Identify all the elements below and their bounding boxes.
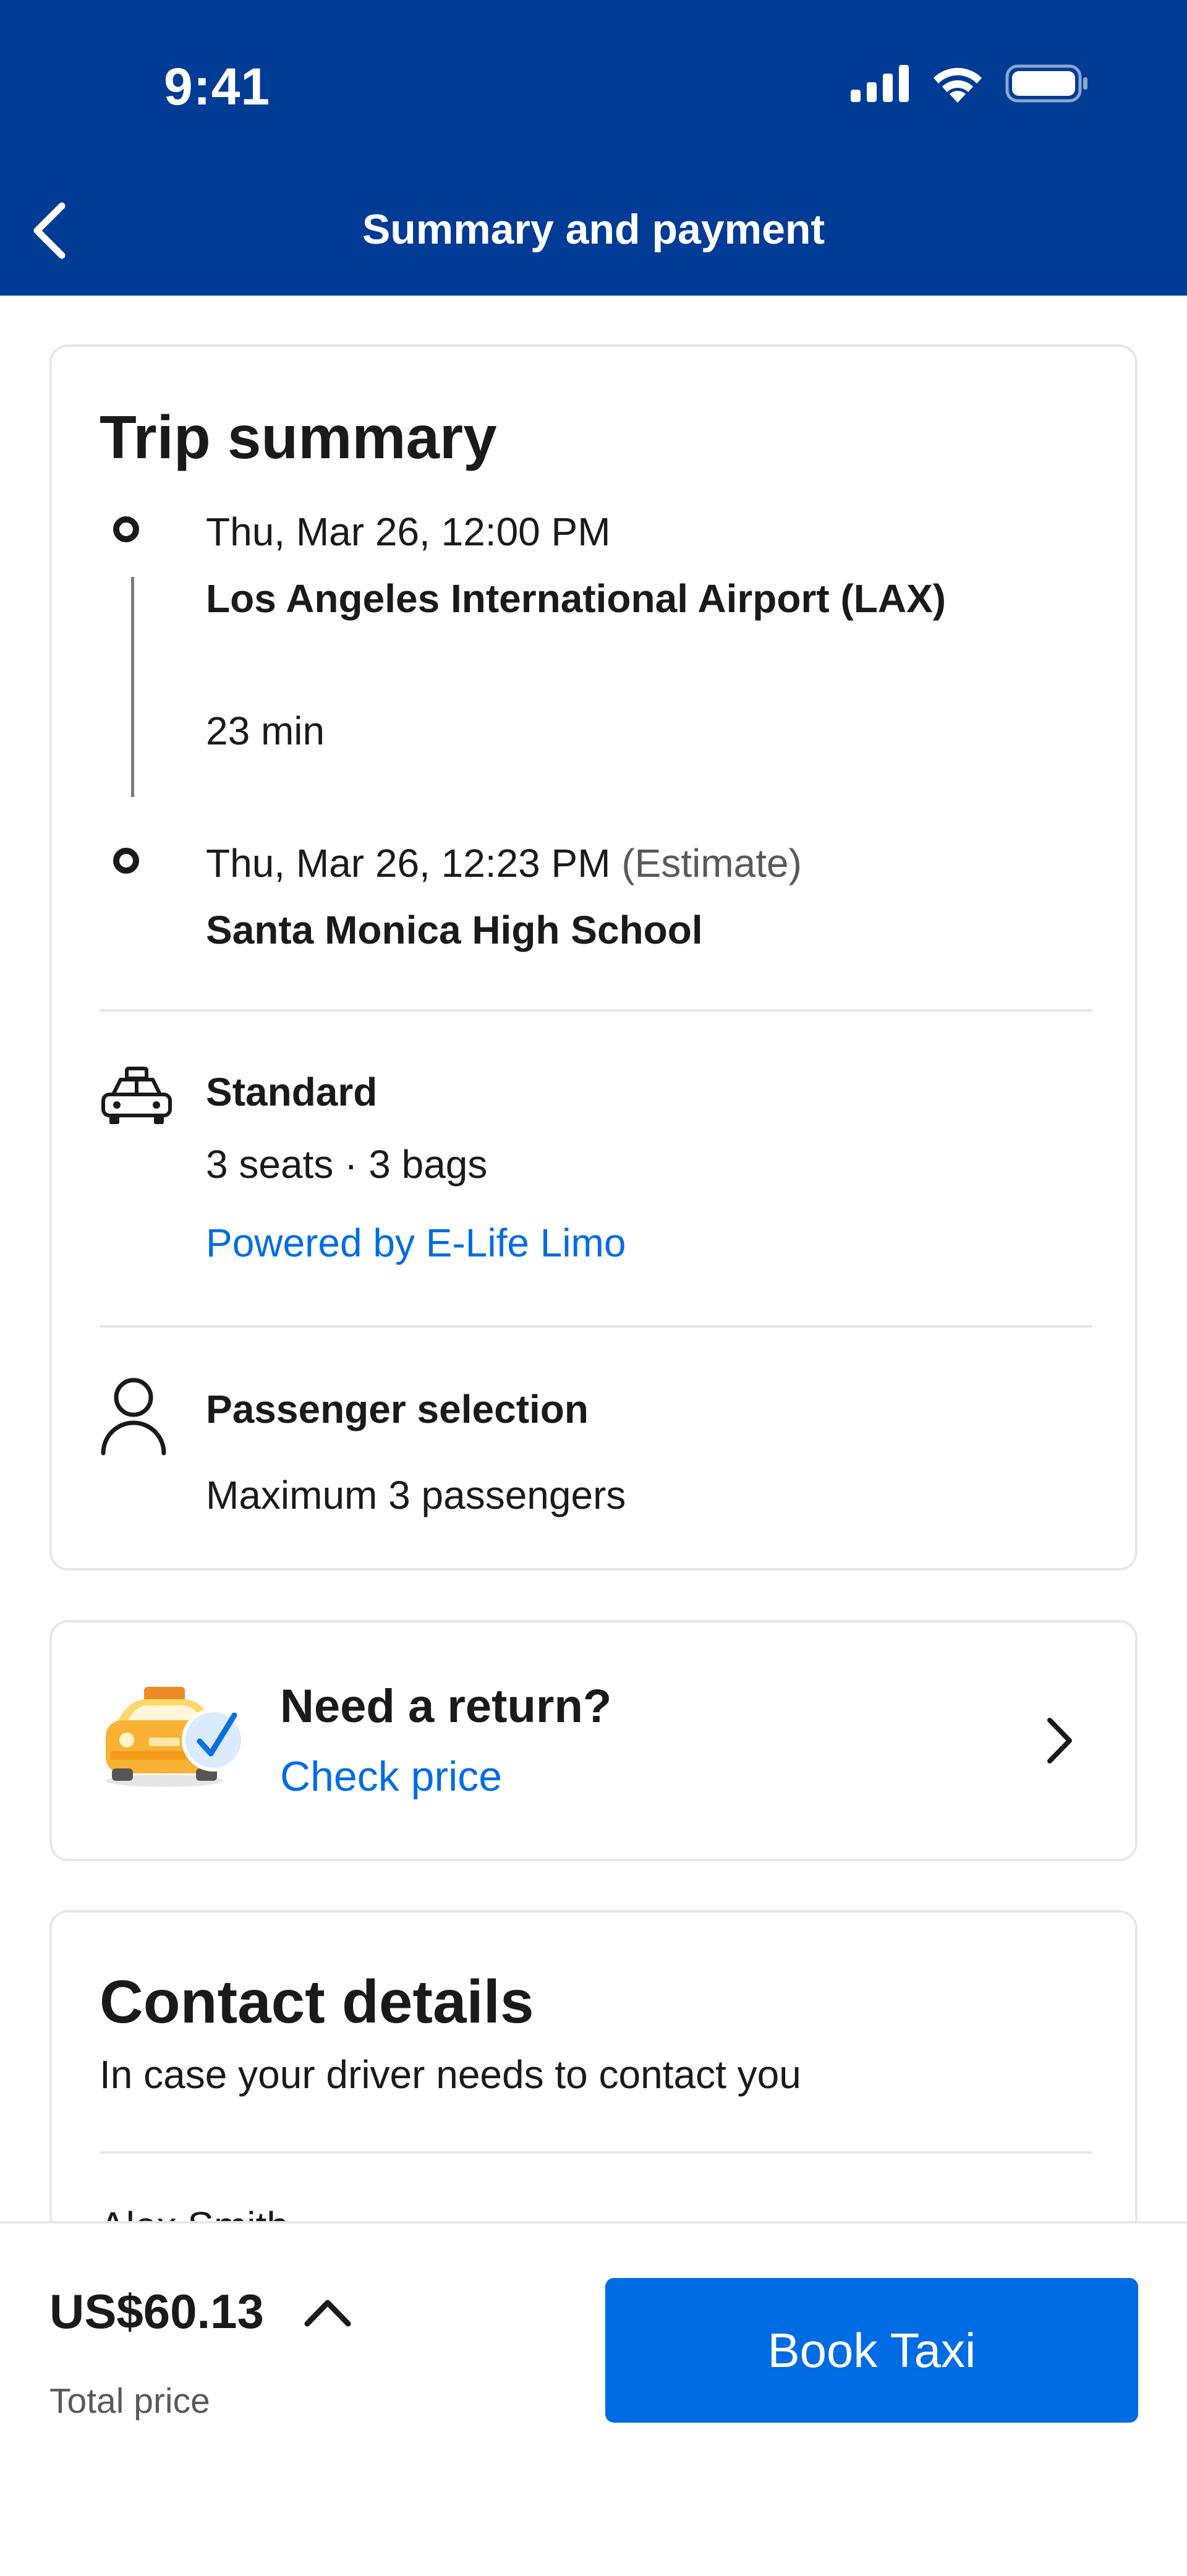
- provider-link[interactable]: Powered by E-Life Limo: [206, 1220, 626, 1266]
- wifi-icon: [934, 67, 982, 103]
- checkout-footer: US$60.13 Total price Book Taxi: [0, 2221, 1187, 2576]
- status-time: 9:41: [164, 58, 271, 116]
- person-icon: [101, 1378, 166, 1456]
- dropoff-estimate: (Estimate): [621, 841, 802, 885]
- dropoff-datetime: Thu, Mar 26, 12:23 PM: [206, 841, 611, 885]
- dropoff-place: Santa Monica High School: [206, 908, 703, 952]
- pickup-datetime: Thu, Mar 26, 12:00 PM: [206, 510, 611, 554]
- passenger-selection-detail: Maximum 3 passengers: [206, 1473, 626, 1517]
- total-price: US$60.13: [49, 2284, 264, 2339]
- divider: [100, 1325, 1092, 1328]
- return-title: Need a return?: [280, 1680, 612, 1733]
- status-icons: [851, 64, 1088, 103]
- vehicle-capacity: 3 seats · 3 bags: [206, 1142, 488, 1187]
- price-details-toggle[interactable]: [300, 2290, 355, 2334]
- page-title: Summary and payment: [362, 206, 825, 253]
- trip-summary-card: Trip summary Thu, Mar 26, 12:00 PM Los A…: [49, 344, 1138, 1571]
- divider: [100, 1009, 1092, 1012]
- vehicle-name: Standard: [206, 1070, 378, 1114]
- chevron-right-icon: [1047, 1718, 1072, 1764]
- contact-heading: Contact details: [100, 1968, 534, 2036]
- passenger-selection-title: Passenger selection: [206, 1387, 589, 1431]
- signal-icon: [851, 65, 909, 102]
- trip-duration: 23 min: [206, 709, 325, 753]
- total-price-label: Total price: [49, 2381, 210, 2421]
- check-price-link[interactable]: Check price: [280, 1752, 502, 1801]
- chevron-up-icon: [304, 2300, 351, 2327]
- taxi-return-illustration: [106, 1687, 245, 1787]
- divider: [100, 2151, 1092, 2154]
- book-taxi-button[interactable]: Book Taxi: [605, 2278, 1138, 2423]
- app-header: 9:41 Summary and payment: [0, 0, 1187, 296]
- return-trip-card[interactable]: Need a return? Check price: [49, 1620, 1138, 1861]
- dropoff-time-row: Thu, Mar 26, 12:23 PM (Estimate): [206, 840, 802, 886]
- dropoff-dot-icon: [113, 848, 139, 874]
- battery-icon: [1005, 64, 1087, 103]
- taxi-icon: [101, 1067, 172, 1124]
- pickup-dot-icon: [113, 516, 139, 542]
- timeline-line: [131, 577, 134, 797]
- contact-subtitle: In case your driver needs to contact you: [100, 2052, 801, 2097]
- trip-summary-heading: Trip summary: [100, 403, 497, 471]
- pickup-place: Los Angeles International Airport (LAX): [206, 576, 947, 621]
